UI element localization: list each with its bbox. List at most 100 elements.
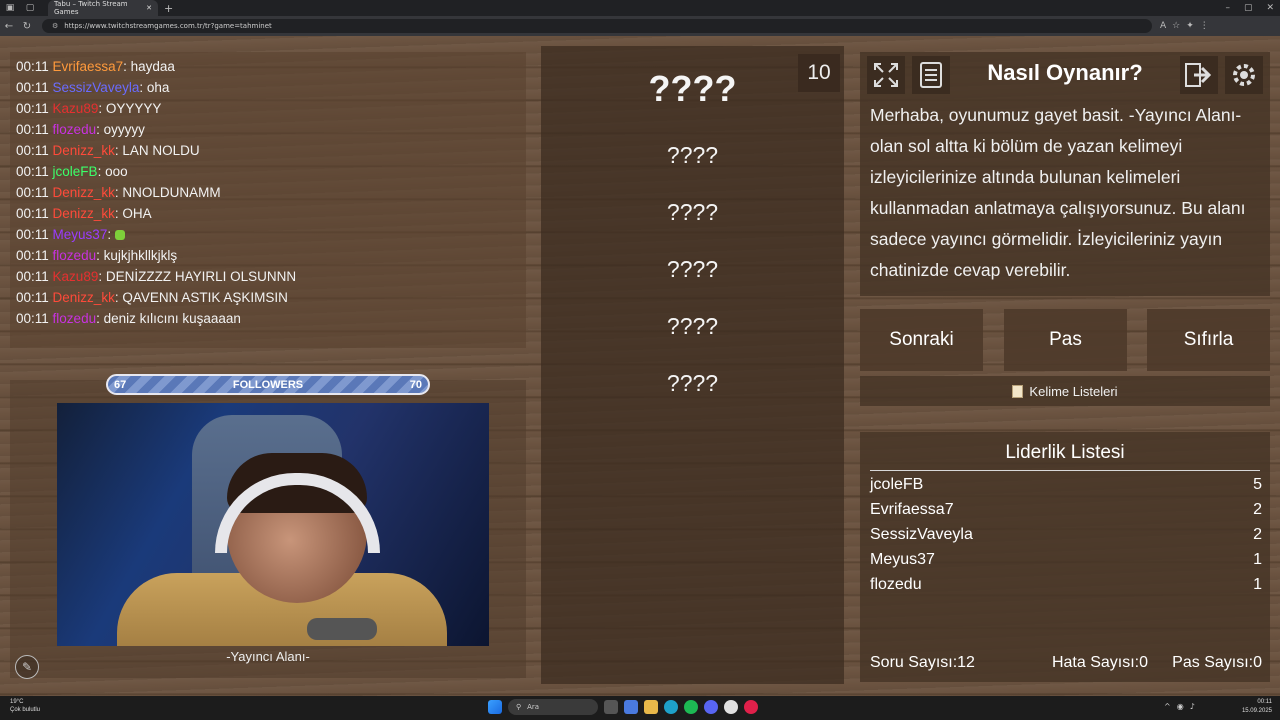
chat-username[interactable]: SessizVaveyla: [53, 80, 140, 95]
url-field[interactable]: ⚙ https://www.twitchstreamgames.com.tr/t…: [42, 19, 1152, 33]
site-info-icon[interactable]: ⚙: [52, 22, 58, 30]
edit-pencil-icon[interactable]: ✎: [15, 655, 39, 679]
chat-text: : kujkjhkllkjklş: [96, 248, 178, 263]
new-tab-icon[interactable]: +: [164, 2, 173, 15]
extensions-icon[interactable]: ✦: [1186, 21, 1194, 31]
address-bar: ← ↻ ⚙ https://www.twitchstreamgames.com.…: [0, 16, 1280, 36]
leaderboard-row: jcoleFB 5: [870, 476, 1262, 494]
chat-text: : LAN NOLDU: [114, 143, 200, 158]
leaderboard-row: Evrifaessa7 2: [870, 501, 1262, 519]
chat-username[interactable]: flozedu: [53, 122, 97, 137]
window-controls: – ▢ ✕: [1225, 0, 1274, 16]
tab-close-icon[interactable]: ✕: [146, 4, 152, 12]
chat-text: : haydaa: [123, 59, 175, 74]
window-menu-icon[interactable]: ▣: [0, 0, 20, 16]
copilot-icon[interactable]: [624, 700, 638, 714]
chat-username[interactable]: Denizz_kk: [53, 206, 115, 221]
leaderboard-title: Liderlik Listesi: [870, 442, 1260, 471]
chat-timestamp: 00:11: [16, 59, 49, 74]
chat-text: : OYYYYY: [98, 101, 162, 116]
webcam-feed: [57, 403, 489, 646]
exit-icon[interactable]: [1180, 56, 1218, 94]
edge-icon[interactable]: [664, 700, 678, 714]
chat-username[interactable]: flozedu: [53, 248, 97, 263]
leaderboard-name: flozedu: [870, 576, 922, 593]
chat-message: 00:11 Kazu89: OYYYYY: [16, 101, 161, 116]
how-to-play-text: Merhaba, oyunumuz gayet basit. -Yayıncı …: [870, 105, 1246, 280]
question-count: Soru Sayısı:12: [870, 654, 975, 671]
start-icon[interactable]: [488, 700, 502, 714]
chat-timestamp: 00:11: [16, 185, 49, 200]
chat-timestamp: 00:11: [16, 290, 49, 305]
followers-label: FOLLOWERS: [232, 378, 304, 391]
system-tray: ^ ◉ ♪: [1164, 702, 1195, 711]
translate-icon[interactable]: A: [1160, 21, 1166, 31]
close-window-icon[interactable]: ✕: [1266, 3, 1274, 13]
chat-message: 00:11 flozedu: kujkjhkllkjklş: [16, 248, 177, 263]
settings-gear-icon[interactable]: [1225, 56, 1263, 94]
taskbar-apps: ⚲ Ara: [488, 699, 758, 715]
chat-message: 00:11 Denizz_kk: LAN NOLDU: [16, 143, 200, 158]
forbidden-word: ????: [666, 313, 719, 339]
spotify-icon[interactable]: [684, 700, 698, 714]
pass-button[interactable]: Pas: [1004, 309, 1127, 371]
chat-message: 00:11 jcoleFB: ooo: [16, 164, 128, 179]
minimize-icon[interactable]: –: [1225, 3, 1230, 13]
discord-icon[interactable]: [704, 700, 718, 714]
chat-username[interactable]: Kazu89: [53, 269, 99, 284]
main-word: ????: [648, 68, 737, 109]
volume-icon[interactable]: ♪: [1190, 702, 1195, 711]
forbidden-word: ????: [666, 370, 719, 396]
task-view-icon[interactable]: [604, 700, 618, 714]
taskbar-search[interactable]: ⚲ Ara: [508, 699, 598, 715]
chat-username[interactable]: flozedu: [53, 311, 97, 326]
tray-chevron-icon[interactable]: ^: [1164, 702, 1171, 711]
leaderboard-name: jcoleFB: [870, 476, 924, 493]
chrome-icon[interactable]: [724, 700, 738, 714]
chat-timestamp: 00:11: [16, 269, 49, 284]
chat-timestamp: 00:11: [16, 227, 49, 242]
chat-username[interactable]: Kazu89: [53, 101, 99, 116]
chat-message: 00:11 Evrifaessa7: haydaa: [16, 59, 175, 74]
clock[interactable]: 00:11 15.09.2025: [1242, 698, 1272, 716]
obs-icon[interactable]: [744, 700, 758, 714]
network-icon[interactable]: ◉: [1177, 702, 1184, 711]
leaderboard-score: 1: [1253, 551, 1262, 568]
menu-dots-icon[interactable]: ⋮: [1200, 21, 1209, 31]
pass-count: Pas Sayısı:0: [1172, 654, 1262, 671]
leaderboard-row: flozedu 1: [870, 576, 1262, 594]
back-icon[interactable]: ←: [0, 21, 18, 32]
chat-username[interactable]: Denizz_kk: [53, 185, 115, 200]
forbidden-word: ????: [666, 142, 719, 168]
chat-username[interactable]: Evrifaessa7: [53, 59, 124, 74]
chat-username[interactable]: Meyus37: [53, 227, 108, 242]
notes-icon[interactable]: [912, 56, 950, 94]
reset-button[interactable]: Sıfırla: [1147, 309, 1270, 371]
maximize-icon[interactable]: ▢: [1244, 3, 1253, 13]
leaderboard-row: Meyus37 1: [870, 551, 1262, 569]
word-lists-button[interactable]: Kelime Listeleri: [860, 376, 1270, 406]
chat-username[interactable]: jcoleFB: [53, 164, 98, 179]
chat-username[interactable]: Denizz_kk: [53, 290, 115, 305]
tab-actions-icon[interactable]: ▢: [20, 0, 40, 16]
leaderboard-name: Meyus37: [870, 551, 935, 568]
file-explorer-icon[interactable]: [644, 700, 658, 714]
fullscreen-icon[interactable]: [867, 56, 905, 94]
leaderboard-score: 1: [1253, 576, 1262, 593]
chat-message: 00:11 Kazu89: DENİZZZZ HAYIRLI OLSUNNN: [16, 269, 296, 284]
next-button[interactable]: Sonraki: [860, 309, 983, 371]
leaderboard-score: 2: [1253, 501, 1262, 518]
game-stats: Soru Sayısı:12 Hata Sayısı:0 Pas Sayısı:…: [870, 654, 1262, 672]
chat-message: 00:11 Denizz_kk: NNOLDUNAMM: [16, 185, 221, 200]
bookmark-star-icon[interactable]: ☆: [1172, 21, 1180, 31]
chat-message: 00:11 Denizz_kk: QAVENN ASTIK AŞKIMSIN: [16, 290, 288, 305]
chat-text: : deniz kılıcını kuşaaaan: [96, 311, 241, 326]
chat-text: :: [107, 227, 115, 242]
weather-widget[interactable]: 19°C Çok bulutlu: [10, 698, 40, 714]
weather-desc: Çok bulutlu: [10, 707, 41, 713]
chat-timestamp: 00:11: [16, 80, 49, 95]
chat-username[interactable]: Denizz_kk: [53, 143, 115, 158]
reload-icon[interactable]: ↻: [18, 21, 36, 32]
chat-text: : QAVENN ASTIK AŞKIMSIN: [114, 290, 288, 305]
browser-tab[interactable]: Tabu – Twitch Stream Games ✕: [48, 0, 158, 16]
